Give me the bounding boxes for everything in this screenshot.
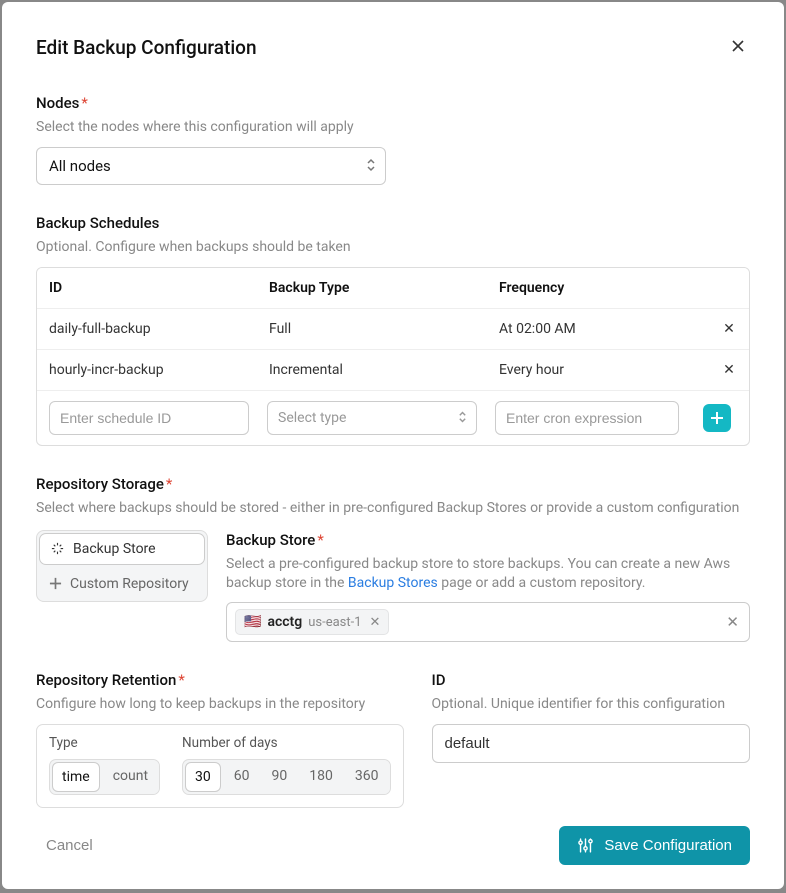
cell-freq: Every hour	[487, 350, 709, 390]
id-label: ID	[432, 671, 446, 689]
id-input[interactable]	[432, 724, 751, 763]
cell-freq: At 02:00 AM	[487, 309, 709, 349]
cell-id: hourly-incr-backup	[37, 350, 257, 390]
sparkle-icon	[50, 541, 65, 556]
retention-days-180[interactable]: 180	[298, 760, 344, 794]
schedule-type-select[interactable]: Select type	[267, 401, 477, 435]
chip-remove-button[interactable]: ✕	[370, 615, 381, 630]
sliders-icon	[577, 837, 594, 854]
retention-type-label: Type	[49, 735, 160, 751]
nodes-label: Nodes	[36, 94, 79, 112]
modal-title: Edit Backup Configuration	[36, 36, 257, 59]
retention-controls: Type time count Number of days 30 60 90 …	[36, 724, 404, 808]
close-button[interactable]	[726, 34, 750, 61]
schedules-table: ID Backup Type Frequency daily-full-back…	[36, 267, 750, 446]
required-mark: *	[166, 475, 172, 493]
table-row: daily-full-backup Full At 02:00 AM ✕	[37, 309, 749, 350]
nodes-hint: Select the nodes where this configuratio…	[36, 118, 750, 137]
backup-store-label: Backup Store	[226, 531, 315, 549]
retention-days-label: Number of days	[182, 735, 390, 751]
plus-icon	[710, 411, 724, 425]
retention-days-30[interactable]: 30	[185, 762, 221, 792]
remove-row-button[interactable]: ✕	[709, 309, 749, 349]
retention-days-segmented: 30 60 90 180 360	[182, 759, 390, 795]
backup-store-select[interactable]: 🇺🇸 acctg us-east-1 ✕ ✕	[226, 602, 750, 642]
schedules-label: Backup Schedules	[36, 214, 159, 232]
save-button[interactable]: Save Configuration	[559, 826, 750, 865]
storage-type-segmented: Backup Store Custom Repository	[36, 530, 208, 602]
retention-days-60[interactable]: 60	[223, 760, 261, 794]
flag-icon: 🇺🇸	[244, 614, 261, 630]
close-icon	[730, 38, 746, 54]
schedule-id-input[interactable]	[49, 401, 249, 435]
modal-header: Edit Backup Configuration	[36, 34, 750, 61]
seg-label: Custom Repository	[70, 576, 189, 592]
nodes-section: Nodes* Select the nodes where this confi…	[36, 93, 750, 185]
new-schedule-row: Select type	[37, 391, 749, 445]
required-mark: *	[81, 94, 87, 112]
retention-hint: Configure how long to keep backups in th…	[36, 695, 404, 714]
schedules-section: Backup Schedules Optional. Configure whe…	[36, 213, 750, 446]
chip-name: acctg	[267, 614, 302, 630]
nodes-select[interactable]: All nodes	[36, 147, 386, 185]
cell-type: Full	[257, 309, 487, 349]
backup-stores-link[interactable]: Backup Stores	[348, 575, 438, 591]
backup-store-chip: 🇺🇸 acctg us-east-1 ✕	[235, 609, 389, 635]
backup-store-hint: Select a pre-configured backup store to …	[226, 555, 750, 593]
retention-type-count[interactable]: count	[102, 760, 159, 794]
retention-days-90[interactable]: 90	[261, 760, 299, 794]
retention-section: Repository Retention* Configure how long…	[36, 670, 404, 808]
storage-hint: Select where backups should be stored - …	[36, 499, 750, 518]
required-mark: *	[317, 531, 323, 549]
bottom-row: Repository Retention* Configure how long…	[36, 670, 750, 808]
col-id: ID	[37, 268, 257, 308]
remove-row-button[interactable]: ✕	[709, 350, 749, 390]
plus-icon	[49, 577, 62, 590]
col-type: Backup Type	[257, 268, 487, 308]
storage-type-custom[interactable]: Custom Repository	[37, 567, 207, 601]
table-header: ID Backup Type Frequency	[37, 268, 749, 309]
retention-label: Repository Retention	[36, 671, 176, 689]
schedule-cron-input[interactable]	[495, 401, 679, 435]
storage-label: Repository Storage	[36, 475, 164, 493]
storage-section: Repository Storage* Select where backups…	[36, 474, 750, 643]
cell-type: Incremental	[257, 350, 487, 390]
storage-type-backup-store[interactable]: Backup Store	[39, 533, 205, 565]
chip-region: us-east-1	[308, 615, 361, 630]
table-row: hourly-incr-backup Incremental Every hou…	[37, 350, 749, 391]
retention-days-360[interactable]: 360	[344, 760, 390, 794]
modal-footer: Cancel Save Configuration	[36, 808, 750, 865]
id-section: ID Optional. Unique identifier for this …	[432, 670, 751, 808]
col-freq: Frequency	[487, 268, 709, 308]
add-schedule-button[interactable]	[703, 404, 731, 432]
required-mark: *	[178, 671, 184, 689]
cell-id: daily-full-backup	[37, 309, 257, 349]
clear-field-button[interactable]: ✕	[726, 613, 739, 631]
save-label: Save Configuration	[604, 837, 732, 854]
id-hint: Optional. Unique identifier for this con…	[432, 695, 751, 714]
cancel-button[interactable]: Cancel	[36, 829, 103, 862]
edit-backup-configuration-modal: Edit Backup Configuration Nodes* Select …	[2, 2, 784, 889]
backup-store-panel: Backup Store* Select a pre-configured ba…	[226, 530, 750, 643]
schedules-hint: Optional. Configure when backups should …	[36, 238, 750, 257]
retention-type-time[interactable]: time	[52, 762, 100, 792]
seg-label: Backup Store	[73, 541, 156, 557]
retention-type-segmented: time count	[49, 759, 160, 795]
